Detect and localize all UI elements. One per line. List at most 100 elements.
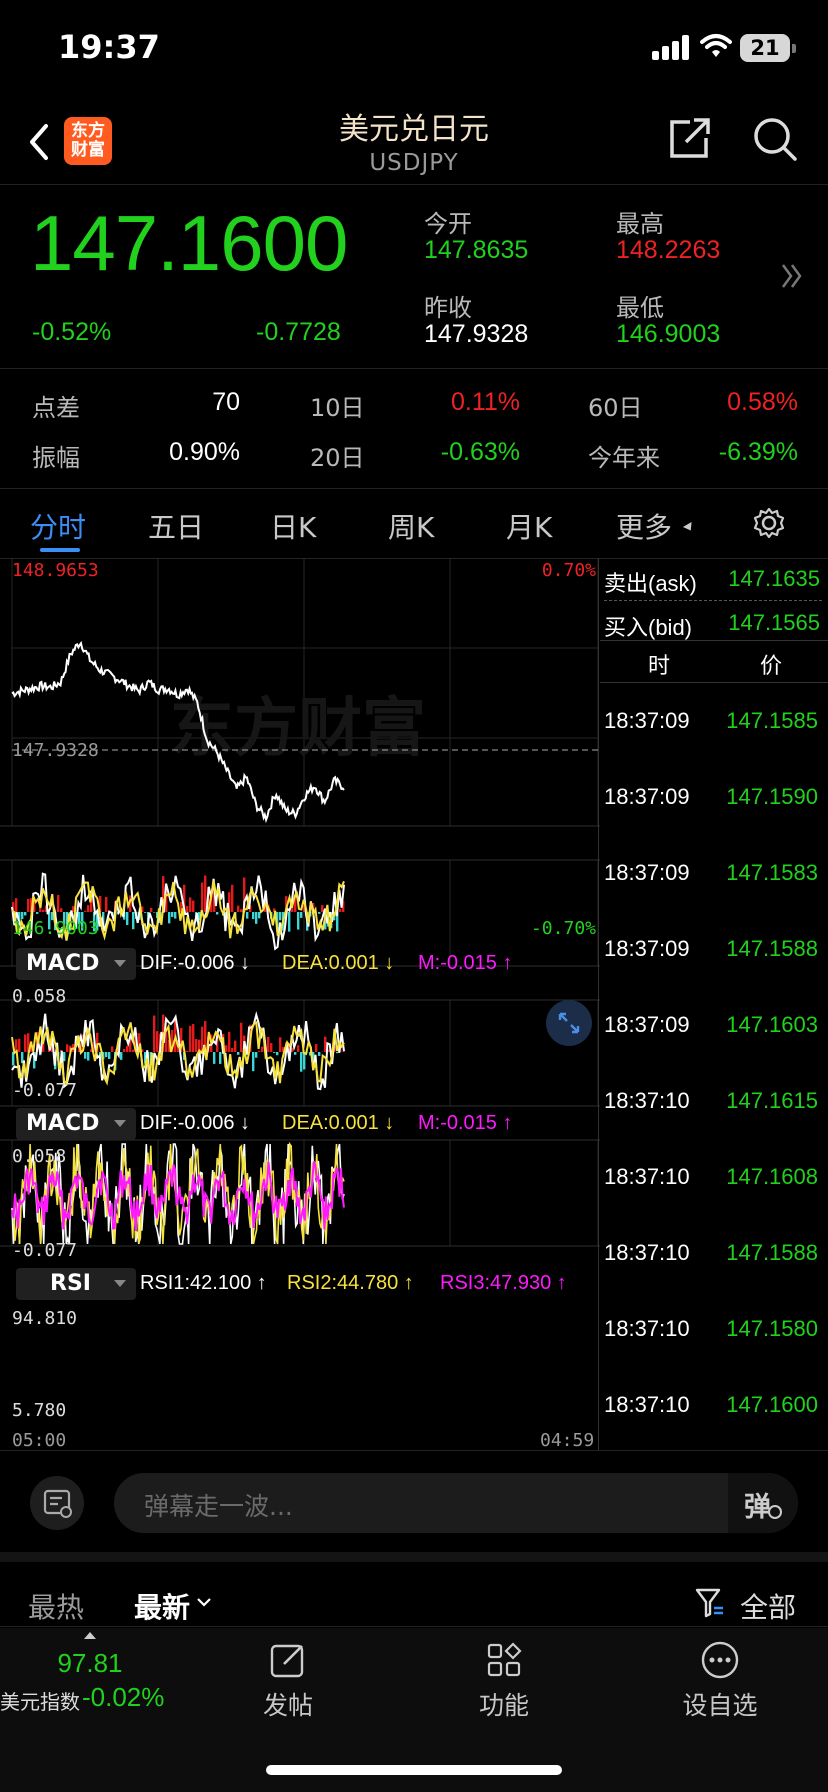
usd-index-name[interactable]: 美元指数 xyxy=(0,1686,80,1715)
fullscreen-button[interactable] xyxy=(546,1000,592,1046)
macd-bar xyxy=(231,884,234,912)
trade-time: 18:37:09 xyxy=(604,784,690,809)
tab-intraday[interactable]: 分时 xyxy=(30,506,86,546)
macd-bar xyxy=(288,912,291,932)
macd-bar xyxy=(261,1046,264,1052)
ytd-label: 今年来 xyxy=(588,444,660,472)
divider xyxy=(0,488,828,489)
feed-tab-latest[interactable]: 最新 xyxy=(134,1586,190,1626)
macd-bar xyxy=(192,1024,195,1052)
spread-value: 70 xyxy=(212,388,240,416)
macd-bar xyxy=(279,1037,282,1052)
tab-five-day[interactable]: 五日 xyxy=(148,506,204,546)
pct-bottom-label: -0.70% xyxy=(530,918,596,939)
macd-bar xyxy=(111,1046,114,1052)
high-value: 148.2263 xyxy=(616,236,721,264)
intraday-chart[interactable]: 东方财富 xyxy=(0,558,600,1450)
tab-more[interactable]: 更多 xyxy=(616,506,672,546)
chevron-down-icon[interactable] xyxy=(196,1596,212,1608)
trade-row: 18:37:09 147.1583 xyxy=(604,860,824,890)
macd-bar xyxy=(24,912,27,916)
trade-time: 18:37:10 xyxy=(604,1240,690,1265)
macd-bar xyxy=(231,1047,234,1052)
macd-bar xyxy=(60,908,63,912)
macd-bar xyxy=(297,1045,300,1052)
macd-bar xyxy=(315,1044,318,1052)
macd-bar xyxy=(66,1044,69,1052)
search-icon[interactable] xyxy=(752,116,798,162)
trade-list[interactable]: 18:37:09 147.1585 18:37:09 147.1590 18:37:09… xyxy=(600,688,828,1448)
filter-icon[interactable] xyxy=(694,1586,726,1620)
divider xyxy=(0,368,828,369)
battery-icon: 21 xyxy=(740,34,796,62)
macd-bar xyxy=(294,1052,297,1055)
tab-monthly-k[interactable]: 月K xyxy=(506,506,552,546)
rsi-bottom-label: 5.780 xyxy=(12,1400,67,1421)
macd-bar xyxy=(192,900,195,912)
signal-icon xyxy=(652,34,692,60)
macd1-m: M:-0.015 ↑ xyxy=(418,952,513,974)
trade-row: 18:37:10 147.1588 xyxy=(604,1240,824,1270)
trade-row: 18:37:10 147.1600 xyxy=(604,1392,824,1422)
macd-bar xyxy=(318,1052,321,1056)
d60-label: 60日 xyxy=(588,394,643,422)
danmu-input[interactable]: 弹幕走一波... 弹 xyxy=(114,1473,798,1533)
tab-daily-k[interactable]: 日K xyxy=(270,506,316,546)
tab-weekly-k[interactable]: 周K xyxy=(388,506,434,546)
macd1-top-label: 0.058 xyxy=(12,986,67,1007)
danmu-list-icon xyxy=(43,1489,72,1518)
macd2-m: M:-0.015 ↑ xyxy=(418,1112,513,1134)
trade-price: 147.1608 xyxy=(726,1164,818,1189)
macd1-bottom-label: -0.077 xyxy=(12,1080,78,1101)
usd-index-change[interactable]: -0.02% xyxy=(82,1682,164,1713)
trade-price: 147.1615 xyxy=(726,1088,818,1113)
macd-bar xyxy=(300,912,303,918)
trade-price: 147.1588 xyxy=(726,1240,818,1265)
macd-bar xyxy=(15,898,18,912)
expand-chevron-icon[interactable] xyxy=(780,262,804,290)
price-top-label: 148.9653 xyxy=(12,560,99,581)
d20-value: -0.63% xyxy=(440,438,520,466)
amplitude-label: 振幅 xyxy=(32,444,80,472)
price-mid-label: 147.9328 xyxy=(12,740,99,761)
macd-bar xyxy=(186,905,189,912)
macd-bar xyxy=(252,1052,255,1072)
section-gap xyxy=(0,1552,828,1562)
danmu-toggle-button[interactable]: 弹 xyxy=(728,1473,798,1533)
home-indicator[interactable] xyxy=(266,1765,562,1775)
trade-row: 18:37:10 147.1580 xyxy=(604,1316,824,1346)
d10-label: 10日 xyxy=(310,394,365,422)
trade-time: 18:37:10 xyxy=(604,1088,690,1113)
time-end-label: 04:59 xyxy=(540,1430,595,1451)
functions-button[interactable]: 功能 xyxy=(438,1636,570,1736)
trade-row: 18:37:10 147.1615 xyxy=(604,1088,824,1118)
macd-bar xyxy=(201,882,204,912)
macd-bar xyxy=(84,1052,87,1059)
usd-index-value[interactable]: 97.81 xyxy=(0,1648,180,1679)
filter-all[interactable]: 全部 xyxy=(740,1586,796,1626)
macd-bar xyxy=(36,912,39,914)
index-up-caret-icon xyxy=(84,1632,96,1639)
macd-bar xyxy=(108,1052,111,1059)
feed-tab-hot[interactable]: 最热 xyxy=(28,1586,84,1626)
settings-gear-icon[interactable] xyxy=(752,506,786,540)
danmu-toggle-label: 弹 xyxy=(744,1492,771,1523)
macd-bar xyxy=(321,905,324,912)
rsi-selector[interactable]: RSI xyxy=(16,1268,136,1300)
macd1-selector[interactable]: MACD xyxy=(16,948,136,980)
macd-bar xyxy=(279,912,282,921)
danmu-settings-button[interactable] xyxy=(30,1476,84,1530)
high-label: 最高 xyxy=(616,210,664,238)
macd2-selector[interactable]: MACD xyxy=(16,1108,136,1140)
macd-bar xyxy=(255,1052,258,1058)
macd-bar xyxy=(237,905,240,912)
add-watchlist-button[interactable]: 设自选 xyxy=(654,1636,786,1736)
share-icon[interactable] xyxy=(668,116,712,160)
time-start-label: 05:00 xyxy=(12,1430,67,1451)
macd1-dif: DIF:-0.006 ↓ xyxy=(140,952,251,974)
macd-bar xyxy=(303,1052,306,1070)
post-button[interactable]: 发帖 xyxy=(222,1636,354,1736)
macd-bar xyxy=(24,1034,27,1052)
panel-divider xyxy=(598,558,599,1450)
danmu-placeholder: 弹幕走一波... xyxy=(144,1492,293,1521)
